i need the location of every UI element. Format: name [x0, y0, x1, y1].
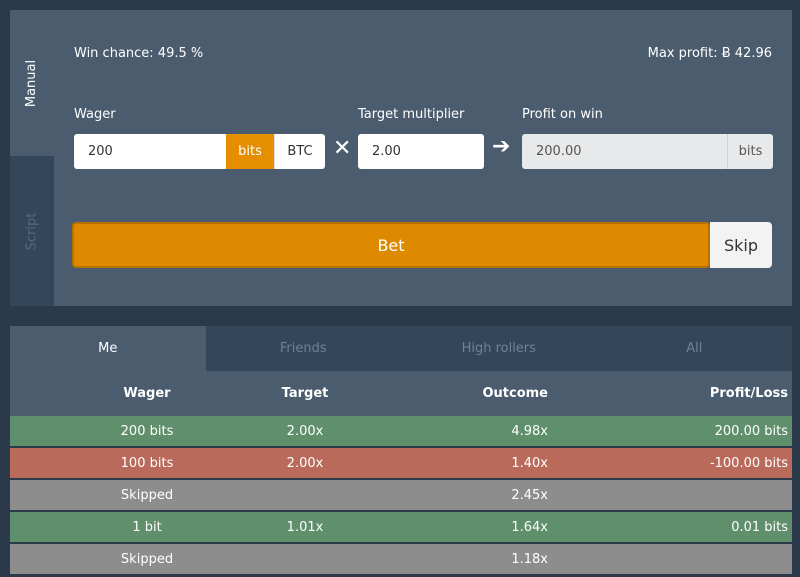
target-multiplier-input[interactable]: 2.00: [358, 134, 484, 169]
row-wager: Skipped: [120, 551, 174, 567]
tab-manual[interactable]: Manual: [10, 10, 54, 156]
unit-bits-button[interactable]: bits: [226, 134, 274, 169]
row-target: [230, 544, 380, 574]
row-profit: 200.00 bits: [714, 423, 788, 439]
tab-manual-label: Manual: [24, 59, 40, 107]
table-row: 100 bits 2.00x 1.40x -100.00 bits: [10, 448, 792, 479]
bet-panel: Manual Script Win chance: 49.5 % Max pro…: [10, 0, 792, 306]
tab-all[interactable]: All: [597, 326, 793, 371]
row-wager: 200 bits: [120, 423, 174, 439]
row-profit: -100.00 bits: [709, 455, 788, 471]
max-profit: Max profit: Ƀ 42.96: [647, 46, 772, 61]
table-row: 1 bit 1.01x 1.64x 0.01 bits: [10, 512, 792, 543]
tab-script[interactable]: Script: [10, 156, 54, 306]
target-multiplier-label: Target multiplier: [358, 107, 465, 122]
row-outcome: 1.18x: [511, 551, 548, 567]
column-header-wager: Wager: [123, 386, 171, 401]
row-profit: 0.01 bits: [731, 519, 788, 535]
tab-me[interactable]: Me: [10, 326, 206, 371]
manual-bet-form: Win chance: 49.5 % Max profit: Ƀ 42.96 W…: [54, 10, 792, 306]
profit-field: 200.00 bits: [522, 134, 773, 169]
mode-tabs: Manual Script: [10, 10, 54, 306]
unit-btc-button[interactable]: BTC: [274, 134, 325, 169]
row-target: 2.00x: [286, 455, 324, 471]
arrow-right-icon: ➔: [492, 134, 511, 159]
skip-button[interactable]: Skip: [710, 222, 772, 268]
column-header-profit-loss: Profit/Loss: [709, 386, 788, 401]
table-header: Wager Target Outcome Profit/Loss: [10, 371, 792, 416]
wager-field: 200 bits BTC: [74, 134, 325, 169]
table-row: Skipped 1.18x: [10, 544, 792, 575]
multiply-icon: ✕: [333, 136, 352, 161]
column-header-outcome: Outcome: [482, 386, 548, 401]
profit-on-win-input: 200.00: [522, 134, 727, 169]
row-target: 2.00x: [286, 423, 324, 439]
row-profit: [570, 480, 788, 510]
tab-high-rollers[interactable]: High rollers: [401, 326, 597, 371]
column-header-target: Target: [281, 386, 329, 401]
row-outcome: 1.40x: [511, 455, 548, 471]
win-chance: Win chance: 49.5 %: [74, 46, 204, 61]
profit-on-win-label: Profit on win: [522, 107, 603, 122]
row-outcome: 4.98x: [511, 423, 548, 439]
table-row: Skipped 2.45x: [10, 480, 792, 511]
row-wager: 1 bit: [132, 519, 162, 535]
row-target: 1.01x: [286, 519, 324, 535]
row-outcome: 2.45x: [511, 487, 548, 503]
bet-button[interactable]: Bet: [72, 222, 710, 268]
row-wager: Skipped: [120, 487, 174, 503]
row-outcome: 1.64x: [511, 519, 548, 535]
wager-input[interactable]: 200: [74, 134, 226, 169]
row-profit: [570, 544, 788, 574]
tab-script-label: Script: [24, 212, 40, 250]
history-tabs: Me Friends High rollers All: [10, 326, 792, 371]
row-wager: 100 bits: [120, 455, 174, 471]
profit-unit: bits: [727, 134, 773, 169]
tab-friends[interactable]: Friends: [206, 326, 402, 371]
bet-history: Me Friends High rollers All Wager Target…: [10, 326, 792, 577]
wager-label: Wager: [74, 107, 116, 122]
table-row: 200 bits 2.00x 4.98x 200.00 bits: [10, 416, 792, 447]
row-target: [230, 480, 380, 510]
